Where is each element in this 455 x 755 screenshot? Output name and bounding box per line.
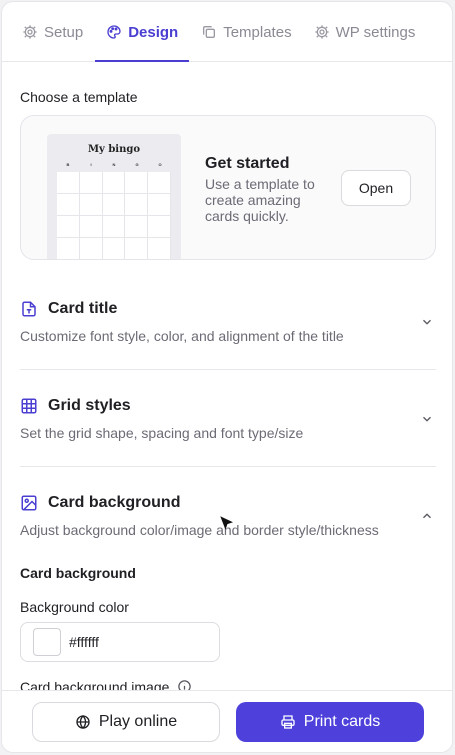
- tab-design[interactable]: Design: [95, 3, 190, 62]
- accordion-title: Card title: [48, 300, 118, 317]
- open-template-button[interactable]: Open: [341, 170, 411, 206]
- background-color-field[interactable]: [20, 622, 220, 662]
- get-started-description: Use a template to create amazing cards q…: [205, 176, 315, 224]
- print-cards-label: Print cards: [303, 713, 381, 730]
- play-online-label: Play online: [98, 713, 178, 730]
- template-card: My bingo B I N G O Get started Use a tem: [20, 115, 436, 260]
- chevron-down-icon[interactable]: [420, 315, 434, 329]
- background-color-label: Background color: [20, 599, 129, 615]
- preview-letter: G: [135, 162, 139, 167]
- accordion-title: Card background: [48, 494, 181, 511]
- chevron-up-icon[interactable]: [420, 509, 434, 523]
- footer-actions: Play online Print cards: [2, 690, 452, 752]
- tab-setup-label: Setup: [44, 23, 84, 41]
- accordion-description: Set the grid shape, spacing and font typ…: [20, 425, 304, 441]
- design-content[interactable]: Choose a template My bingo B I N G O Get…: [2, 63, 452, 691]
- globe-icon: [76, 715, 90, 729]
- tab-templates-label: Templates: [223, 23, 292, 41]
- accordion-description: Customize font style, color, and alignme…: [20, 328, 344, 344]
- tab-wp-settings-label: WP settings: [335, 23, 416, 41]
- template-preview[interactable]: My bingo B I N G O: [47, 134, 181, 259]
- palette-icon: [107, 25, 121, 39]
- tab-wp-settings[interactable]: WP settings: [304, 3, 426, 61]
- accordion-title: Grid styles: [48, 397, 131, 414]
- gear-icon: [23, 25, 37, 39]
- design-panel: Setup Design Templates WP settings Choos…: [1, 1, 453, 753]
- preview-letter: O: [158, 162, 162, 167]
- preview-letter: B: [66, 162, 70, 167]
- get-started-heading: Get started: [205, 155, 290, 172]
- tab-setup[interactable]: Setup: [12, 3, 93, 61]
- background-color-input[interactable]: [69, 634, 189, 650]
- accordion-grid-styles[interactable]: Grid styles Set the grid shape, spacing …: [20, 394, 436, 441]
- divider: [20, 466, 436, 467]
- preview-letters: B I N G O: [57, 162, 171, 167]
- preview-grid: [57, 172, 171, 259]
- color-swatch[interactable]: [33, 628, 61, 656]
- preview-letter: N: [112, 162, 116, 167]
- mouse-cursor-icon: [220, 516, 233, 530]
- preview-title: My bingo: [87, 144, 141, 155]
- preview-letter: I: [90, 162, 92, 167]
- card-background-section-title: Card background: [20, 565, 136, 581]
- copy-icon: [203, 26, 216, 38]
- chevron-down-icon[interactable]: [420, 412, 434, 426]
- gear-icon: [314, 25, 329, 39]
- divider: [20, 369, 436, 370]
- accordion-card-title[interactable]: Card title Customize font style, color, …: [20, 297, 436, 344]
- choose-template-label: Choose a template: [20, 89, 138, 105]
- tab-bar: Setup Design Templates WP settings: [2, 2, 452, 62]
- tab-design-label: Design: [128, 23, 179, 41]
- printer-icon: [281, 715, 295, 729]
- image-icon: [21, 495, 37, 511]
- play-online-button[interactable]: Play online: [32, 702, 220, 742]
- grid-icon: [21, 398, 37, 414]
- tab-templates[interactable]: Templates: [191, 3, 301, 61]
- print-cards-button[interactable]: Print cards: [236, 702, 424, 742]
- text-file-icon: [22, 301, 36, 317]
